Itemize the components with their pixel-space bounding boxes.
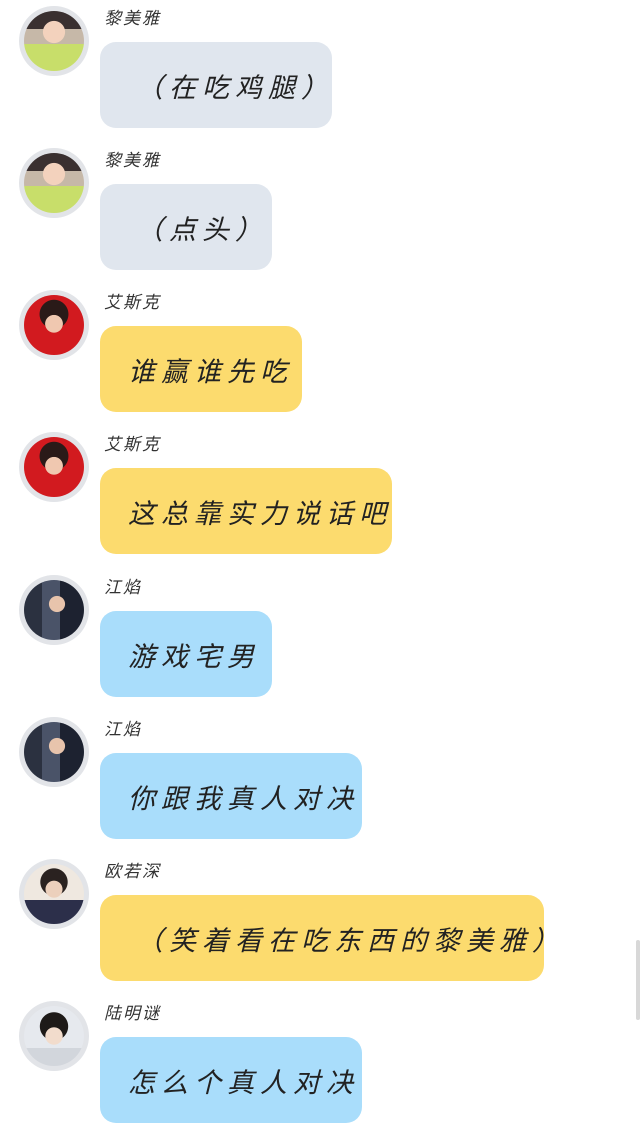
message-bubble[interactable]: （在吃鸡腿） bbox=[100, 42, 332, 128]
man-school-uniform-avatar[interactable] bbox=[19, 859, 89, 929]
man-red-background-avatar[interactable] bbox=[19, 432, 89, 502]
man-glasses-avatar[interactable] bbox=[19, 1001, 89, 1071]
man-red-background-avatar[interactable] bbox=[19, 290, 89, 360]
woman-peace-sign-avatar[interactable] bbox=[19, 148, 89, 218]
sender-name: 江焰 bbox=[104, 720, 142, 740]
message-bubble[interactable]: 怎么个真人对决 bbox=[100, 1037, 362, 1123]
sender-name: 黎美雅 bbox=[104, 9, 161, 29]
man-dark-jacket-avatar[interactable] bbox=[19, 717, 89, 787]
message-bubble[interactable]: 谁赢谁先吃 bbox=[100, 326, 302, 412]
sender-name: 江焰 bbox=[104, 578, 142, 598]
scrollbar[interactable] bbox=[636, 940, 640, 1020]
message-bubble[interactable]: （笑着看在吃东西的黎美雅） bbox=[100, 895, 559, 981]
message-bubble[interactable]: 你跟我真人对决 bbox=[100, 753, 362, 839]
message-bubble[interactable]: （点头） bbox=[100, 184, 272, 270]
message-bubble[interactable]: 这总靠实力说话吧 bbox=[100, 468, 392, 554]
man-dark-jacket-avatar[interactable] bbox=[19, 575, 89, 645]
sender-name: 艾斯克 bbox=[104, 435, 161, 455]
message-bubble[interactable]: 游戏宅男 bbox=[100, 611, 272, 697]
sender-name: 黎美雅 bbox=[104, 151, 161, 171]
sender-name: 陆明谜 bbox=[104, 1004, 161, 1024]
sender-name: 欧若深 bbox=[104, 862, 161, 882]
sender-name: 艾斯克 bbox=[104, 293, 161, 313]
woman-peace-sign-avatar[interactable] bbox=[19, 6, 89, 76]
